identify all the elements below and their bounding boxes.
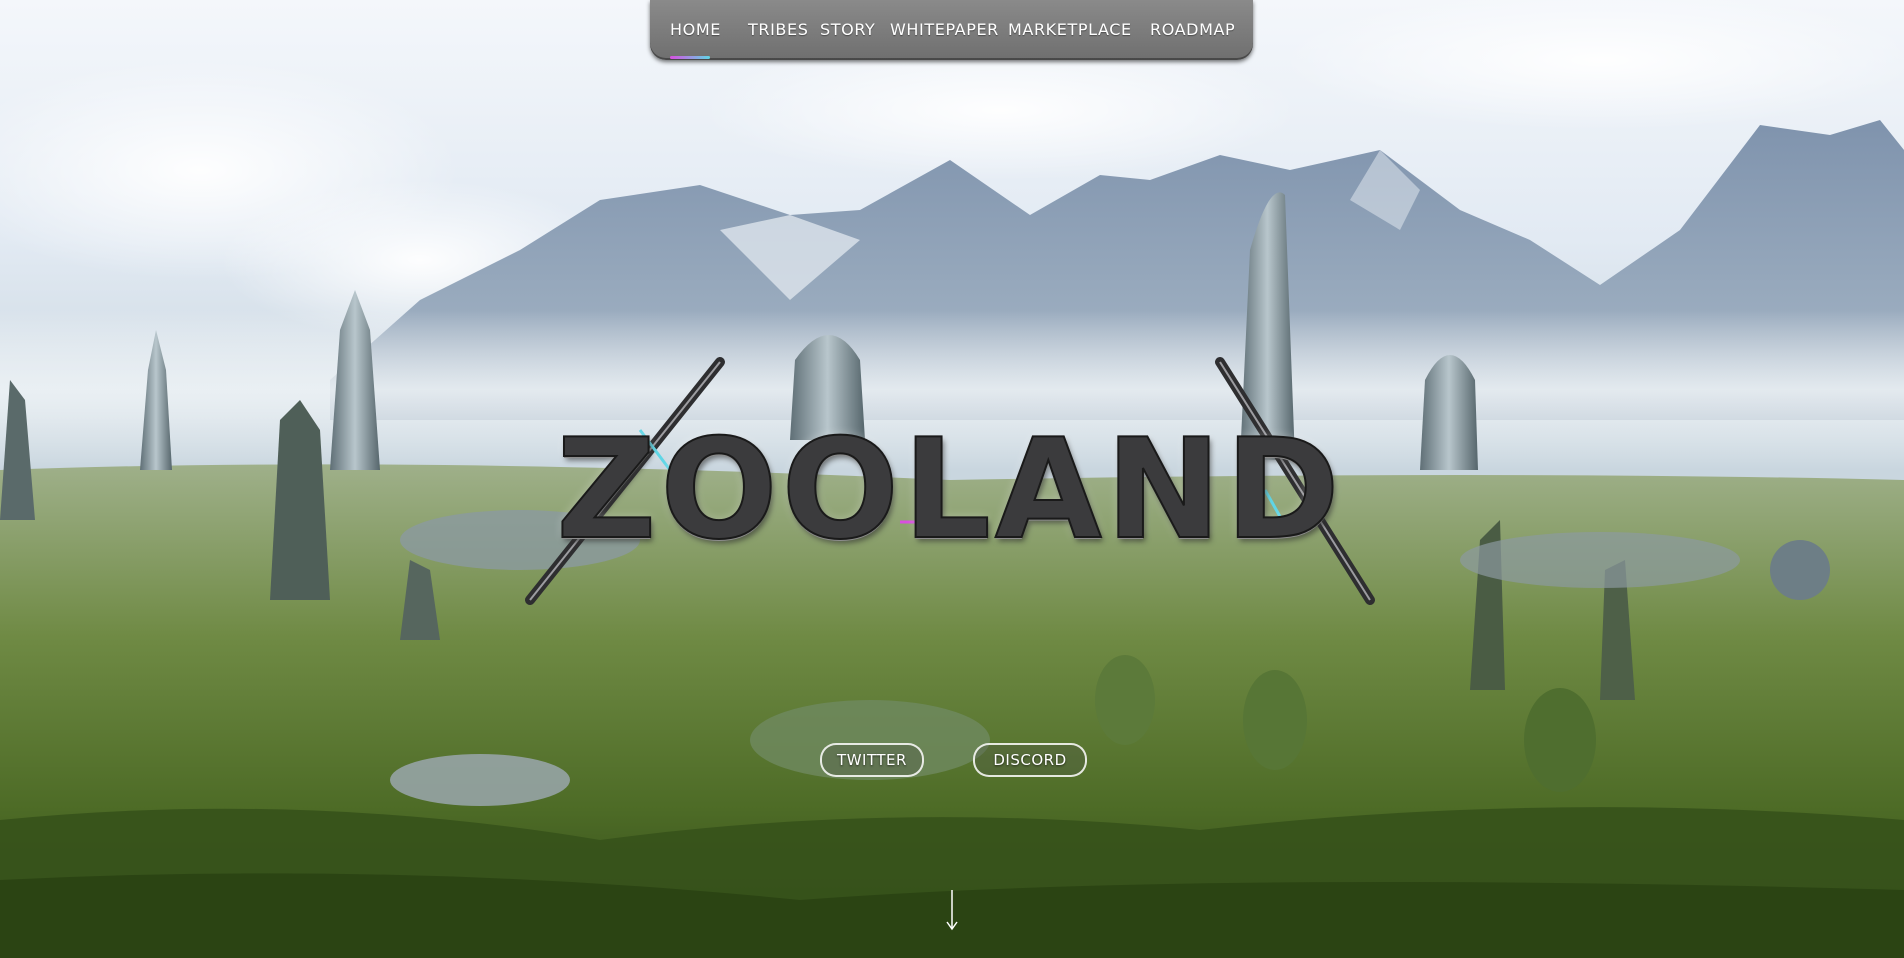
zooland-logo: ZOOLAND xyxy=(520,350,1380,610)
discord-button[interactable]: DISCORD xyxy=(973,743,1087,777)
active-nav-indicator xyxy=(670,56,710,59)
twitter-button[interactable]: TWITTER xyxy=(820,743,924,777)
arrow-down-icon[interactable] xyxy=(944,888,960,932)
nav-item-marketplace[interactable]: MARKETPLACE xyxy=(1008,20,1132,40)
nav-item-tribes[interactable]: TRIBES xyxy=(748,20,808,40)
nav-item-home[interactable]: HOME xyxy=(670,20,721,40)
nav-item-whitepaper[interactable]: WHITEPAPER xyxy=(890,20,999,40)
hero-section: HOME TRIBES STORY WHITEPAPER MARKETPLACE… xyxy=(0,0,1904,958)
top-navigation: HOME TRIBES STORY WHITEPAPER MARKETPLACE… xyxy=(650,0,1253,60)
logo-text: ZOOLAND xyxy=(555,409,1344,570)
nav-item-story[interactable]: STORY xyxy=(820,20,875,40)
nav-item-roadmap[interactable]: ROADMAP xyxy=(1150,20,1235,40)
